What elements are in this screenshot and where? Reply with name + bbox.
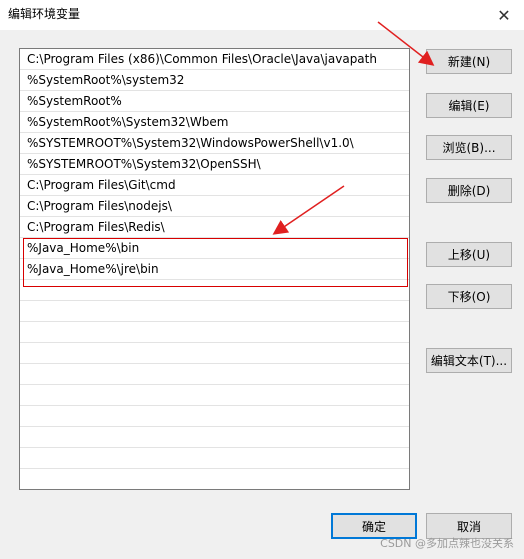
empty-row[interactable]: . [20,385,409,406]
list-item[interactable]: C:\Program Files\Git\cmd [20,175,409,196]
path-list[interactable]: C:\Program Files (x86)\Common Files\Orac… [19,48,410,490]
empty-row[interactable]: . [20,448,409,469]
list-item[interactable]: %SYSTEMROOT%\System32\WindowsPowerShell\… [20,133,409,154]
edit-text-button[interactable]: 编辑文本(T)... [426,348,512,373]
new-button[interactable]: 新建(N) [426,49,512,74]
browse-button[interactable]: 浏览(B)... [426,135,512,160]
move-up-button[interactable]: 上移(U) [426,242,512,267]
list-item[interactable]: %SYSTEMROOT%\System32\OpenSSH\ [20,154,409,175]
empty-row[interactable]: . [20,406,409,427]
title-bar: 编辑环境变量 ✕ [0,0,524,30]
empty-row[interactable]: . [20,364,409,385]
list-item[interactable]: C:\Program Files\nodejs\ [20,196,409,217]
close-icon[interactable]: ✕ [484,0,524,30]
empty-row[interactable]: . [20,427,409,448]
list-item[interactable]: C:\Program Files\Redis\ [20,217,409,238]
list-item[interactable]: %SystemRoot%\system32 [20,70,409,91]
watermark: CSDN @多加点辣也没关系 [380,537,514,550]
list-item[interactable]: C:\Program Files (x86)\Common Files\Orac… [20,49,409,70]
empty-row[interactable]: . [20,469,409,489]
list-item[interactable]: %Java_Home%\bin [20,238,409,259]
empty-row[interactable]: . [20,301,409,322]
window-title: 编辑环境变量 [8,7,81,21]
empty-row[interactable]: . [20,280,409,301]
empty-row[interactable]: . [20,343,409,364]
list-item[interactable]: %Java_Home%\jre\bin [20,259,409,280]
delete-button[interactable]: 删除(D) [426,178,512,203]
list-item[interactable]: %SystemRoot%\System32\Wbem [20,112,409,133]
list-item[interactable]: %SystemRoot% [20,91,409,112]
edit-button[interactable]: 编辑(E) [426,93,512,118]
move-down-button[interactable]: 下移(O) [426,284,512,309]
empty-row[interactable]: . [20,322,409,343]
